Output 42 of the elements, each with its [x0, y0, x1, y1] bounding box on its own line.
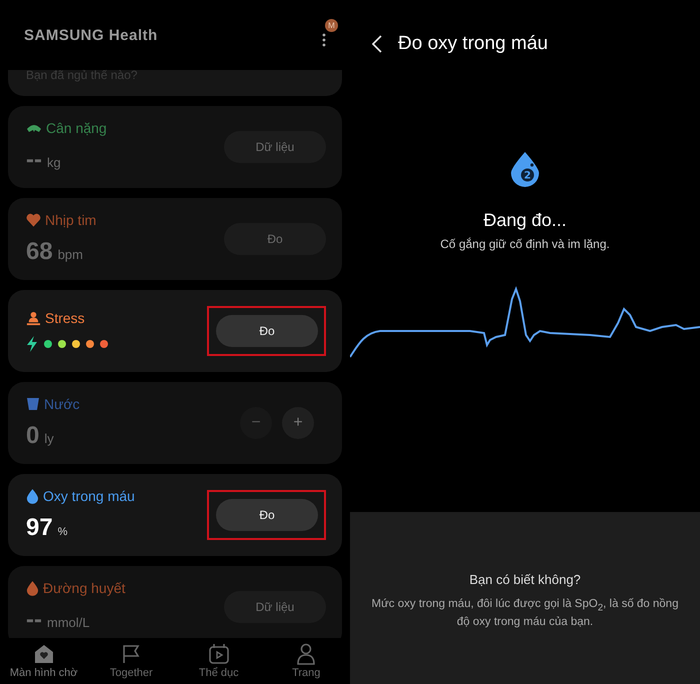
measure-button[interactable]: Đo [216, 315, 318, 347]
app-title: SAMSUNG Health [24, 26, 158, 44]
calendar-play-icon [208, 643, 230, 665]
nav-tab[interactable]: Together [88, 638, 175, 684]
measuring-status: Đang đo... [483, 210, 567, 231]
measurement-value: -- [26, 606, 42, 634]
measurement-value: 97 [26, 514, 53, 542]
action-button[interactable]: Dữ liệu [224, 591, 326, 623]
nav-tab[interactable]: Màn hình chờ [0, 638, 88, 684]
nav-tab[interactable]: Thể dục [175, 638, 262, 684]
info-text: Mức oxy trong máu, đôi lúc được gọi là SpO$_{2}$, là số đo nồng độ oxy trong máu của bạn. [370, 597, 680, 630]
measurement-value: 0 [26, 422, 40, 450]
action-button[interactable]: Đo [224, 223, 326, 255]
info-title: Bạn có biết không? [469, 572, 581, 587]
measurement-unit: bpm [58, 247, 83, 262]
measurement-unit: kg [46, 155, 61, 170]
card-title: Stress [45, 310, 85, 326]
measurement-unit: mmol/L [46, 615, 90, 630]
minus-button[interactable]: − [240, 407, 272, 439]
action-button[interactable]: Dữ liệu [224, 131, 326, 163]
measurement-unit: ly [44, 431, 54, 446]
measure-button[interactable]: Đo [216, 499, 318, 531]
instruction-text: Cố gắng giữ cố định và im lặng. [440, 237, 610, 251]
flag-icon [121, 643, 142, 665]
card-title: Oxy trong máu [43, 488, 135, 504]
home-icon [32, 643, 55, 665]
avatar-badge: M [325, 19, 338, 32]
card-title: Nước [44, 396, 80, 412]
card-title: Nhịp tim [45, 212, 96, 228]
back-icon[interactable] [372, 35, 382, 53]
card-title: Cân nặng [46, 120, 107, 136]
lightning-icon [26, 336, 38, 352]
person-icon [296, 643, 316, 665]
card-title: Đường huyết [43, 580, 126, 596]
nav-tab[interactable]: Trang [262, 638, 350, 684]
plus-button[interactable]: + [282, 407, 314, 439]
oxygen-drop-icon: 2 [510, 152, 540, 188]
screen-title: Đo oxy trong máu [398, 33, 548, 55]
measurement-unit: % [58, 526, 68, 538]
measurement-value: 68 [26, 238, 53, 266]
more-options-icon[interactable] [322, 32, 326, 48]
measurement-value: -- [26, 146, 42, 174]
